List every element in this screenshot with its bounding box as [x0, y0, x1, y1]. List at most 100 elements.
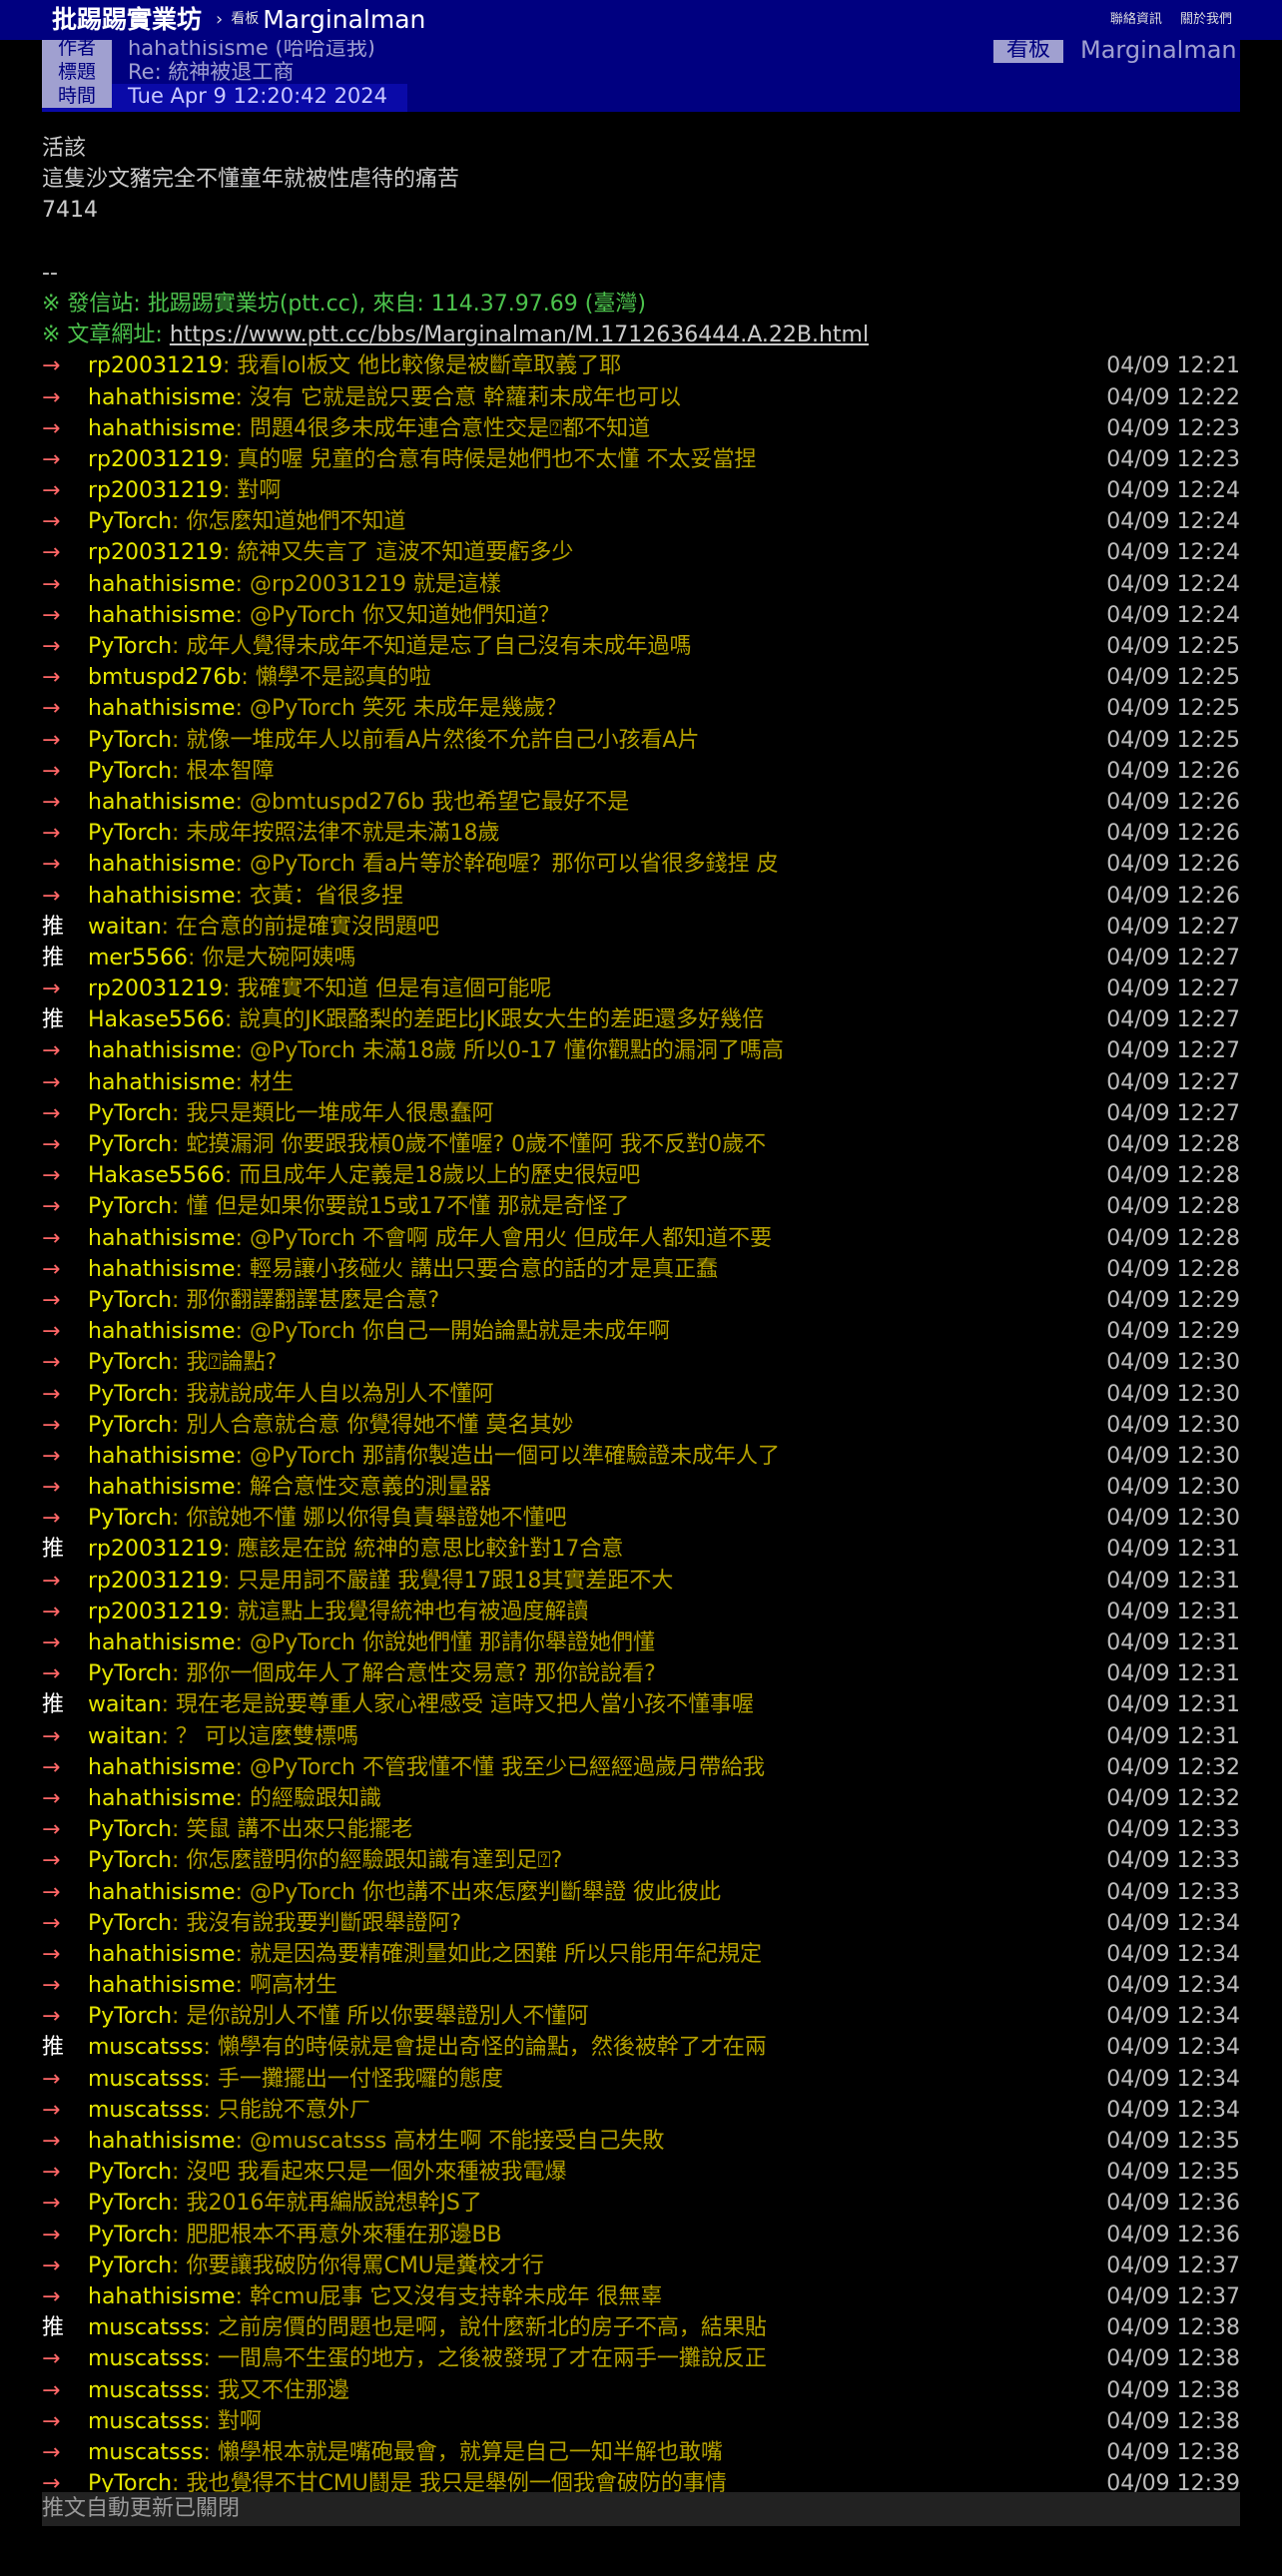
article-url-link[interactable]: https://www.ptt.cc/bbs/Marginalman/M.171… — [170, 322, 869, 347]
push-time: 04/09 12:28 — [1106, 1256, 1240, 1282]
push-user[interactable]: hahathisisme — [88, 603, 236, 628]
board-name-link[interactable]: Marginalman — [263, 4, 425, 35]
push-row: → hahathisisme: 材生 04/09 12:27 — [42, 1067, 1240, 1098]
push-time: 04/09 12:36 — [1106, 2191, 1240, 2217]
push-tag: → — [42, 2283, 61, 2309]
push-content: : 解合意性交意義的測量器 — [235, 1475, 491, 1501]
push-row: → hahathisisme: 幹cmu屁事 它又沒有支持幹未成年 很無辜 04/0… — [42, 2281, 1240, 2312]
push-user[interactable]: PyTorch — [88, 759, 172, 784]
push-user[interactable]: rp20031219 — [88, 353, 223, 378]
push-user[interactable]: PyTorch — [88, 2254, 172, 2278]
push-user[interactable]: PyTorch — [88, 1101, 172, 1126]
push-user[interactable]: PyTorch — [88, 728, 172, 753]
push-user[interactable]: hahathisisme — [88, 1070, 236, 1095]
push-row: → hahathisisme: 沒有 它就是說只要合意 幹蘿莉未成年也可以 04/0… — [42, 382, 1240, 413]
push-user[interactable]: rp20031219 — [88, 478, 223, 503]
about-link[interactable]: 關於我們 — [1180, 12, 1232, 27]
push-tag: → — [42, 540, 61, 566]
push-user[interactable]: muscatsss — [88, 2378, 203, 2403]
push-user[interactable]: PyTorch — [88, 509, 172, 534]
push-content: : @rp20031219 就是這樣 — [235, 571, 501, 597]
push-user[interactable]: waitan — [88, 1692, 162, 1717]
push-user[interactable]: hahathisisme — [88, 1942, 236, 1967]
push-user[interactable]: hahathisisme — [88, 416, 236, 441]
push-user[interactable]: PyTorch — [88, 1817, 172, 1842]
push-user[interactable]: muscatsss — [88, 2035, 203, 2060]
push-user[interactable]: hahathisisme — [88, 1755, 236, 1780]
push-time: 04/09 12:30 — [1106, 1475, 1240, 1501]
push-user[interactable]: waitan — [88, 915, 162, 940]
push-user[interactable]: PyTorch — [88, 1506, 172, 1531]
push-user[interactable]: hahathisisme — [88, 1786, 236, 1811]
top-right-links: 聯絡資訊 關於我們 — [1096, 4, 1232, 35]
push-user[interactable]: muscatsss — [88, 2315, 203, 2340]
push-row: → rp20031219: 就這點上我覺得統神也有被過度解讀 04/09 12:31 — [42, 1597, 1240, 1627]
push-content: : 是你說別人不懂 所以你要舉證別人不懂阿 — [172, 2004, 589, 2030]
push-user[interactable]: PyTorch — [88, 1194, 172, 1219]
push-user[interactable]: muscatsss — [88, 2098, 203, 2123]
push-user[interactable]: PyTorch — [88, 634, 172, 659]
push-tag: → — [42, 1754, 61, 1780]
push-user[interactable]: hahathisisme — [88, 1880, 236, 1905]
push-user[interactable]: hahathisisme — [88, 385, 236, 410]
push-user[interactable]: hahathisisme — [88, 884, 236, 909]
push-user[interactable]: muscatsss — [88, 2346, 203, 2371]
push-time: 04/09 12:21 — [1106, 353, 1240, 379]
push-user[interactable]: PyTorch — [88, 821, 172, 846]
push-user[interactable]: muscatsss — [88, 2067, 203, 2092]
push-user[interactable]: mer5566 — [88, 946, 188, 970]
push-user[interactable]: muscatsss — [88, 2409, 203, 2434]
push-user[interactable]: hahathisisme — [88, 1257, 236, 1282]
push-tag: → — [42, 1941, 61, 1967]
push-user[interactable]: PyTorch — [88, 2004, 172, 2029]
push-user[interactable]: PyTorch — [88, 2160, 172, 2185]
push-user[interactable]: hahathisisme — [88, 790, 236, 815]
article-header: 作者 hahathisisme (哈哈這我) 標題 Re: 統神被退工商 時間 … — [42, 40, 1240, 112]
push-time: 04/09 12:24 — [1106, 602, 1240, 628]
push-user[interactable]: hahathisisme — [88, 1226, 236, 1251]
push-user[interactable]: PyTorch — [88, 2223, 172, 2248]
push-user[interactable]: hahathisisme — [88, 1444, 236, 1469]
push-user[interactable]: PyTorch — [88, 1848, 172, 1873]
push-user[interactable]: hahathisisme — [88, 1475, 236, 1500]
push-user[interactable]: rp20031219 — [88, 540, 223, 565]
push-user[interactable]: bmtuspd276b — [88, 665, 241, 690]
push-user[interactable]: PyTorch — [88, 1382, 172, 1407]
push-user[interactable]: rp20031219 — [88, 1569, 223, 1594]
push-user[interactable]: hahathisisme — [88, 2284, 236, 2309]
push-user[interactable]: PyTorch — [88, 1350, 172, 1375]
push-user[interactable]: PyTorch — [88, 1661, 172, 1686]
push-user[interactable]: hahathisisme — [88, 2129, 236, 2154]
site-name-link[interactable]: 批踢踢實業坊 — [52, 4, 202, 35]
push-user[interactable]: rp20031219 — [88, 1600, 223, 1624]
push-row: → hahathisisme: 問題4很多未成年連合意性交是⍰都不知道 04/09 … — [42, 413, 1240, 444]
push-row: → hahathisisme: @muscatsss 高材生啊 不能接受自己失敗 0… — [42, 2126, 1240, 2157]
push-user[interactable]: PyTorch — [88, 2191, 172, 2216]
push-user[interactable]: Hakase5566 — [88, 1007, 225, 1032]
push-user[interactable]: PyTorch — [88, 1288, 172, 1313]
push-user[interactable]: PyTorch — [88, 1132, 172, 1157]
push-user[interactable]: hahathisisme — [88, 1630, 236, 1655]
push-user[interactable]: hahathisisme — [88, 1973, 236, 1998]
push-user[interactable]: PyTorch — [88, 1911, 172, 1936]
push-user[interactable]: muscatsss — [88, 2440, 203, 2465]
push-user[interactable]: hahathisisme — [88, 1319, 236, 1344]
push-user[interactable]: rp20031219 — [88, 1537, 223, 1562]
push-user[interactable]: PyTorch — [88, 1413, 172, 1438]
push-user[interactable]: rp20031219 — [88, 447, 223, 472]
contact-link[interactable]: 聯絡資訊 — [1110, 12, 1162, 27]
push-time: 04/09 12:25 — [1106, 665, 1240, 691]
push-tag: → — [42, 665, 61, 691]
push-user[interactable]: hahathisisme — [88, 572, 236, 597]
push-time: 04/09 12:32 — [1106, 1785, 1240, 1811]
push-user[interactable]: Hakase5566 — [88, 1163, 225, 1188]
push-user[interactable]: hahathisisme — [88, 696, 236, 721]
push-user[interactable]: hahathisisme — [88, 852, 236, 877]
push-user[interactable]: rp20031219 — [88, 976, 223, 1001]
push-user[interactable]: waitan — [88, 1724, 162, 1749]
push-user[interactable]: hahathisisme — [88, 1038, 236, 1063]
push-tag: → — [42, 1506, 61, 1532]
push-tag: → — [42, 2004, 61, 2030]
push-time: 04/09 12:34 — [1106, 2066, 1240, 2092]
push-tag: 推 — [42, 914, 65, 940]
